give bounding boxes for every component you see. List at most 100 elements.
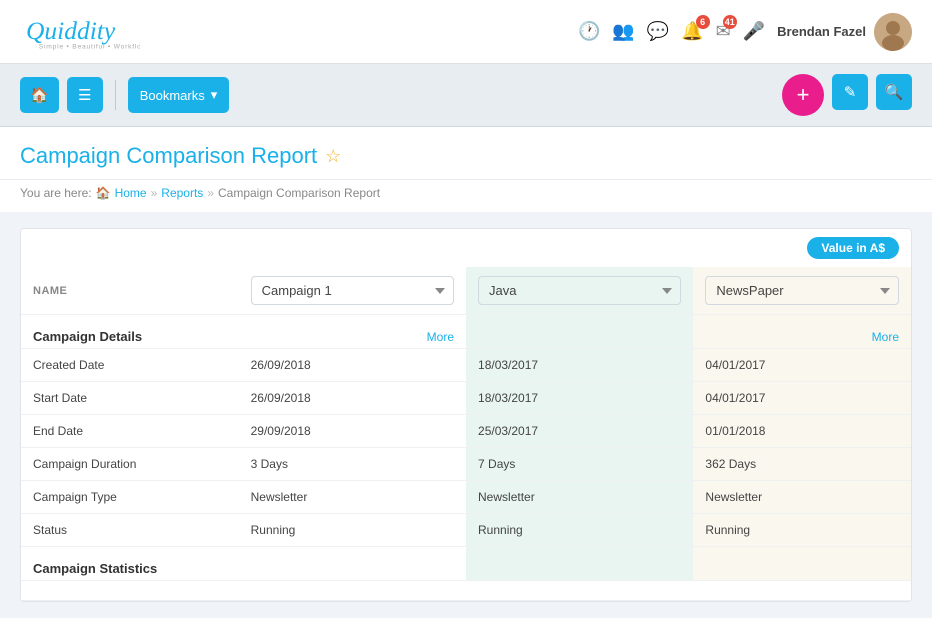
- breadcrumb-reports[interactable]: Reports: [161, 186, 203, 200]
- col2-header: Java Python Ruby: [466, 267, 693, 315]
- end-date-col1: 29/09/2018: [239, 415, 466, 448]
- bookmarks-chevron: ▾: [211, 87, 218, 103]
- duration-col3: 362 Days: [693, 448, 911, 481]
- col3-header: NewsPaper Magazine Digital: [693, 267, 911, 315]
- chat-icon[interactable]: 💬: [647, 21, 669, 42]
- table-row: Status Running Running Running: [21, 514, 911, 547]
- status-col2: Running: [466, 514, 693, 547]
- logo-wrapper: Quiddity Simple • Beautiful • Workflow: [20, 12, 140, 52]
- home-icon: 🏠: [96, 186, 111, 200]
- start-date-col3: 04/01/2017: [693, 382, 911, 415]
- end-date-col2: 25/03/2017: [466, 415, 693, 448]
- table-body: Campaign Details More More Created Date …: [21, 315, 911, 601]
- section-details-more2: [466, 315, 693, 349]
- mail-icon[interactable]: ✉ 41: [716, 21, 731, 42]
- section-details-more1: More: [239, 315, 466, 349]
- stats-more3: [693, 547, 911, 581]
- star-icon[interactable]: ☆: [325, 146, 341, 167]
- type-col3: Newsletter: [693, 481, 911, 514]
- table-wrapper: NAME Campaign 1 Campaign 2 Campaign 3 Ja…: [21, 267, 911, 601]
- row-label: Campaign Type: [21, 481, 239, 514]
- status-col1: Running: [239, 514, 466, 547]
- user-area[interactable]: Brendan Fazel: [777, 13, 912, 51]
- created-date-col1: 26/09/2018: [239, 349, 466, 382]
- clock-icon[interactable]: 🕐: [578, 21, 600, 42]
- toolbar: 🏠 ☰ Bookmarks ▾ + ✎ 🔍: [0, 64, 932, 127]
- col1-header: Campaign 1 Campaign 2 Campaign 3: [239, 267, 466, 315]
- type-col2: Newsletter: [466, 481, 693, 514]
- breadcrumb: You are here: 🏠 Home » Reports » Campaig…: [20, 186, 912, 200]
- value-bar: Value in A$: [21, 229, 911, 267]
- stats-more2: [466, 547, 693, 581]
- toolbar-right: + ✎ 🔍: [782, 74, 912, 116]
- comparison-table: NAME Campaign 1 Campaign 2 Campaign 3 Ja…: [21, 267, 911, 601]
- page-title-text: Campaign Comparison Report: [20, 143, 317, 169]
- more-link-details-3[interactable]: More: [872, 330, 899, 344]
- stats-more1: [239, 547, 466, 581]
- user-name: Brendan Fazel: [777, 24, 866, 39]
- section-title-details: Campaign Details: [21, 315, 239, 349]
- table-row: Campaign Duration 3 Days 7 Days 362 Days: [21, 448, 911, 481]
- campaign3-select[interactable]: NewsPaper Magazine Digital: [705, 276, 899, 305]
- page-title: Campaign Comparison Report ☆: [20, 143, 912, 169]
- value-badge: Value in A$: [807, 237, 899, 259]
- breadcrumb-area: You are here: 🏠 Home » Reports » Campaig…: [0, 180, 932, 212]
- duration-col2: 7 Days: [466, 448, 693, 481]
- section-header-campaign-details: Campaign Details More More: [21, 315, 911, 349]
- page-title-area: Campaign Comparison Report ☆: [0, 127, 932, 180]
- report-container: Value in A$ NAME Campaign 1 Campaign 2 C…: [20, 228, 912, 602]
- main-content: Value in A$ NAME Campaign 1 Campaign 2 C…: [0, 212, 932, 618]
- toolbar-divider: [115, 80, 116, 110]
- table-row: Start Date 26/09/2018 18/03/2017 04/01/2…: [21, 382, 911, 415]
- avatar: [874, 13, 912, 51]
- scroll-hint-cell: [21, 581, 911, 601]
- col-name-header: NAME: [21, 267, 239, 315]
- mail-badge: 41: [723, 15, 737, 29]
- campaign2-select[interactable]: Java Python Ruby: [478, 276, 681, 305]
- breadcrumb-sep2: »: [207, 186, 214, 200]
- duration-col1: 3 Days: [239, 448, 466, 481]
- mic-icon[interactable]: 🎤: [743, 21, 765, 42]
- search-button[interactable]: 🔍: [876, 74, 912, 110]
- app-header: Quiddity Simple • Beautiful • Workflow 🕐…: [0, 0, 932, 64]
- breadcrumb-current: Campaign Comparison Report: [218, 186, 380, 200]
- type-col1: Newsletter: [239, 481, 466, 514]
- section-details-more3: More: [693, 315, 911, 349]
- end-date-col3: 01/01/2018: [693, 415, 911, 448]
- row-label: End Date: [21, 415, 239, 448]
- bookmarks-label: Bookmarks: [140, 88, 205, 103]
- add-button[interactable]: +: [782, 74, 824, 116]
- row-label: Start Date: [21, 382, 239, 415]
- users-icon[interactable]: 👥: [612, 21, 634, 42]
- row-label: Created Date: [21, 349, 239, 382]
- row-label: Campaign Duration: [21, 448, 239, 481]
- logo-area: Quiddity Simple • Beautiful • Workflow: [20, 12, 140, 52]
- row-label: Status: [21, 514, 239, 547]
- svg-text:Quiddity: Quiddity: [26, 15, 116, 44]
- logo-svg: Quiddity Simple • Beautiful • Workflow: [20, 12, 140, 52]
- menu-button[interactable]: ☰: [67, 77, 103, 113]
- more-link-details-1[interactable]: More: [427, 330, 454, 344]
- table-row: End Date 29/09/2018 25/03/2017 01/01/201…: [21, 415, 911, 448]
- start-date-col1: 26/09/2018: [239, 382, 466, 415]
- bookmarks-button[interactable]: Bookmarks ▾: [128, 77, 230, 113]
- scroll-hint-row: [21, 581, 911, 601]
- created-date-col3: 04/01/2017: [693, 349, 911, 382]
- table-row: Campaign Type Newsletter Newsletter News…: [21, 481, 911, 514]
- start-date-col2: 18/03/2017: [466, 382, 693, 415]
- header-icons: 🕐 👥 💬 🔔 6 ✉ 41 🎤 Brendan Fazel: [578, 13, 912, 51]
- table-header-row: NAME Campaign 1 Campaign 2 Campaign 3 Ja…: [21, 267, 911, 315]
- bell-icon[interactable]: 🔔 6: [681, 21, 703, 42]
- breadcrumb-sep1: »: [151, 186, 158, 200]
- breadcrumb-home[interactable]: Home: [115, 186, 147, 200]
- status-col3: Running: [693, 514, 911, 547]
- campaign1-select[interactable]: Campaign 1 Campaign 2 Campaign 3: [251, 276, 454, 305]
- home-button[interactable]: 🏠: [20, 77, 59, 113]
- bell-badge: 6: [696, 15, 710, 29]
- edit-button[interactable]: ✎: [832, 74, 868, 110]
- svg-text:Simple • Beautiful • Workflow: Simple • Beautiful • Workflow: [39, 43, 140, 50]
- section-header-campaign-statistics: Campaign Statistics: [21, 547, 911, 581]
- table-row: Created Date 26/09/2018 18/03/2017 04/01…: [21, 349, 911, 382]
- created-date-col2: 18/03/2017: [466, 349, 693, 382]
- section-title-statistics: Campaign Statistics: [21, 547, 239, 581]
